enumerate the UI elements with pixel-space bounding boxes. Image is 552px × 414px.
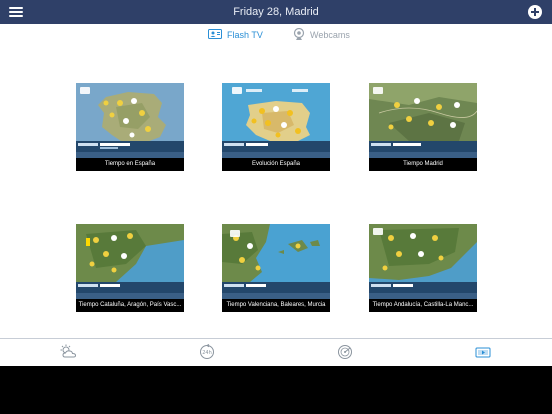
tv-icon	[208, 29, 222, 41]
weather-map-image	[76, 83, 184, 158]
video-tab[interactable]	[474, 344, 492, 360]
bottom-tab-bar: 24h	[0, 338, 552, 366]
plus-circle-icon[interactable]	[528, 5, 542, 19]
video-thumbnail[interactable]: Evolución España	[222, 83, 330, 171]
forecast-tab[interactable]	[60, 344, 78, 360]
page-title: Friday 28, Madrid	[233, 6, 319, 18]
video-icon	[474, 347, 492, 364]
video-caption: Tiempo Madrid	[369, 158, 477, 171]
webcam-icon	[293, 27, 305, 43]
radar-tab[interactable]	[336, 344, 354, 360]
tab-webcams-label: Webcams	[310, 30, 350, 40]
segment-tabs: Flash TV Webcams	[0, 27, 552, 43]
video-caption: Tiempo Andalucía, Castilla-La Manc...	[369, 299, 477, 312]
video-thumbnail[interactable]: Tiempo Cataluña, Aragón, País Vasc...	[76, 224, 184, 312]
video-caption: Tiempo Cataluña, Aragón, País Vasc...	[76, 299, 184, 312]
tab-flash-tv[interactable]: Flash TV	[208, 28, 263, 42]
weather-map-image	[76, 224, 184, 299]
video-caption: Evolución España	[222, 158, 330, 171]
weather-map-image	[369, 224, 477, 299]
tab-webcams[interactable]: Webcams	[293, 27, 350, 43]
video-thumbnail[interactable]: Tiempo en España	[76, 83, 184, 171]
video-thumbnail[interactable]: Tiempo Madrid	[369, 83, 477, 171]
weather-map-image	[222, 224, 330, 299]
cloud-sun-icon	[60, 344, 78, 364]
weather-map-image	[369, 83, 477, 158]
video-thumbnail[interactable]: Tiempo Andalucía, Castilla-La Manc...	[369, 224, 477, 312]
device-screen: Friday 28, Madrid Flash TV Webcams Tiemp…	[0, 0, 552, 414]
video-caption: Tiempo en España	[76, 158, 184, 171]
video-thumbnail[interactable]: Tiempo Valenciana, Baleares, Murcia	[222, 224, 330, 312]
svg-text:24h: 24h	[202, 350, 212, 356]
video-caption: Tiempo Valenciana, Baleares, Murcia	[222, 299, 330, 312]
24h-icon: 24h	[198, 344, 216, 364]
24h-tab[interactable]: 24h	[198, 344, 216, 360]
radar-icon	[336, 345, 354, 364]
top-bar: Friday 28, Madrid	[0, 0, 552, 24]
tab-flash-tv-label: Flash TV	[227, 30, 263, 40]
weather-map-image	[222, 83, 330, 158]
app-window: Friday 28, Madrid Flash TV Webcams Tiemp…	[0, 0, 552, 366]
